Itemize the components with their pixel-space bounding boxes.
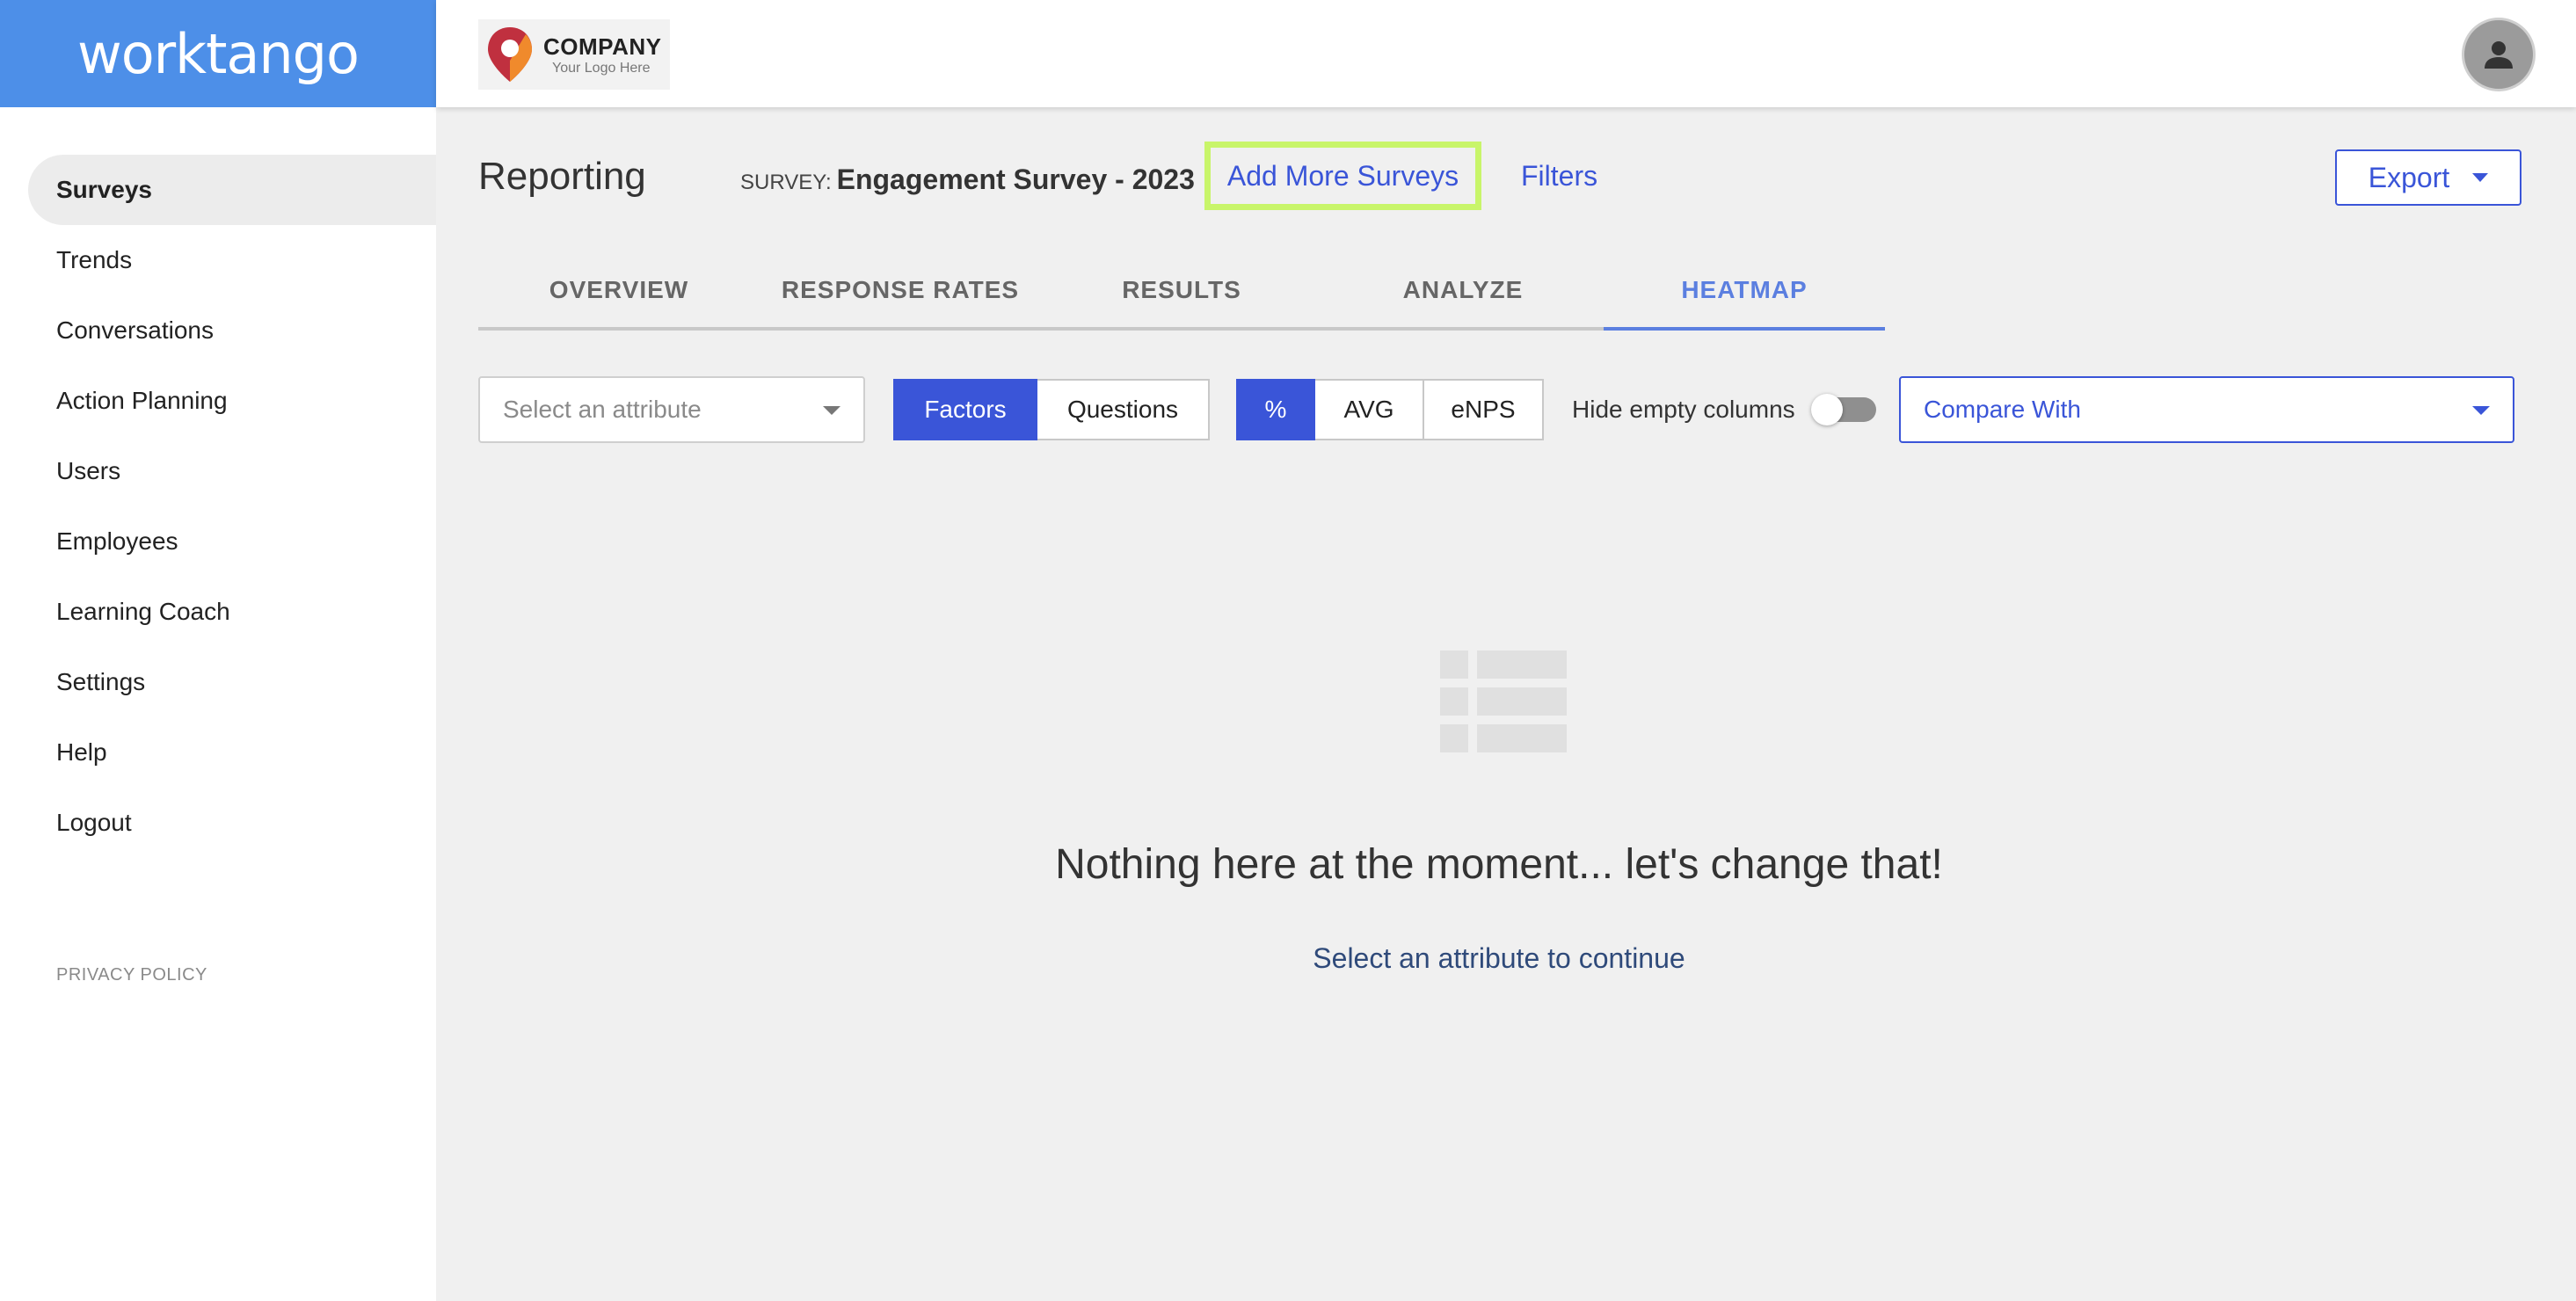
sidebar-item-surveys[interactable]: Surveys [28,155,436,225]
caret-down-icon [2472,173,2489,182]
attribute-select[interactable]: Select an attribute [478,376,865,443]
sidebar-item-learning-coach[interactable]: Learning Coach [28,577,436,647]
sidebar-item-help[interactable]: Help [28,717,436,788]
sidebar: Surveys Trends Conversations Action Plan… [0,107,436,1301]
compare-with-select[interactable]: Compare With [1899,376,2514,443]
avg-button[interactable]: AVG [1315,379,1424,440]
percent-button[interactable]: % [1236,379,1315,440]
view-toggle: Factors Questions [893,379,1210,440]
sidebar-item-logout[interactable]: Logout [28,788,436,858]
factors-button[interactable]: Factors [893,379,1037,440]
sidebar-item-employees[interactable]: Employees [28,506,436,577]
sidebar-item-trends[interactable]: Trends [28,225,436,295]
enps-button[interactable]: eNPS [1424,379,1544,440]
tab-overview[interactable]: OVERVIEW [478,260,760,327]
chevron-down-icon [823,406,840,415]
privacy-policy-link[interactable]: PRIVACY POLICY [56,965,207,985]
questions-button[interactable]: Questions [1037,379,1210,440]
metric-toggle: % AVG eNPS [1236,379,1544,440]
user-avatar[interactable] [2462,18,2536,91]
tab-response-rates[interactable]: RESPONSE RATES [760,260,1041,327]
empty-state-title: Nothing here at the moment... let's chan… [1055,841,1943,888]
page-title: Reporting [478,155,646,198]
location-pin-icon [488,27,532,82]
survey-name: Engagement Survey - 2023 [836,164,1195,195]
report-tabs: OVERVIEW RESPONSE RATES RESULTS ANALYZE … [478,260,1885,331]
table-placeholder-icon [1440,650,1567,752]
export-label: Export [2368,161,2450,193]
tab-heatmap[interactable]: HEATMAP [1604,260,1885,331]
survey-label: SURVEY: [740,171,832,194]
sidebar-item-action-planning[interactable]: Action Planning [28,366,436,436]
brand-name: worktango [77,21,360,86]
sidebar-nav: Surveys Trends Conversations Action Plan… [28,155,436,858]
chevron-down-icon [2472,406,2490,415]
company-name: COMPANY [543,33,662,60]
sidebar-item-conversations[interactable]: Conversations [28,295,436,366]
company-tagline: Your Logo Here [552,60,651,76]
attribute-select-placeholder: Select an attribute [503,396,702,423]
survey-selector: SURVEY: Engagement Survey - 2023 [740,164,1195,196]
top-bar: COMPANY Your Logo Here [436,0,2576,107]
tab-analyze[interactable]: ANALYZE [1322,260,1604,327]
toggle-knob [1811,394,1843,425]
hide-empty-columns-toggle[interactable] [1811,394,1876,425]
export-button[interactable]: Export [2335,149,2521,206]
hide-empty-columns-label: Hide empty columns [1572,396,1795,423]
add-more-surveys-link[interactable]: Add More Surveys [1204,142,1481,210]
filters-link[interactable]: Filters [1521,160,1597,193]
tab-results[interactable]: RESULTS [1041,260,1322,327]
brand-logo[interactable]: worktango [0,0,436,107]
company-logo: COMPANY Your Logo Here [478,19,670,90]
user-icon [2485,41,2513,69]
empty-state-subtitle: Select an attribute to continue [1313,942,1685,974]
sidebar-item-users[interactable]: Users [28,436,436,506]
compare-with-label: Compare With [1924,396,2081,423]
sidebar-item-settings[interactable]: Settings [28,647,436,717]
